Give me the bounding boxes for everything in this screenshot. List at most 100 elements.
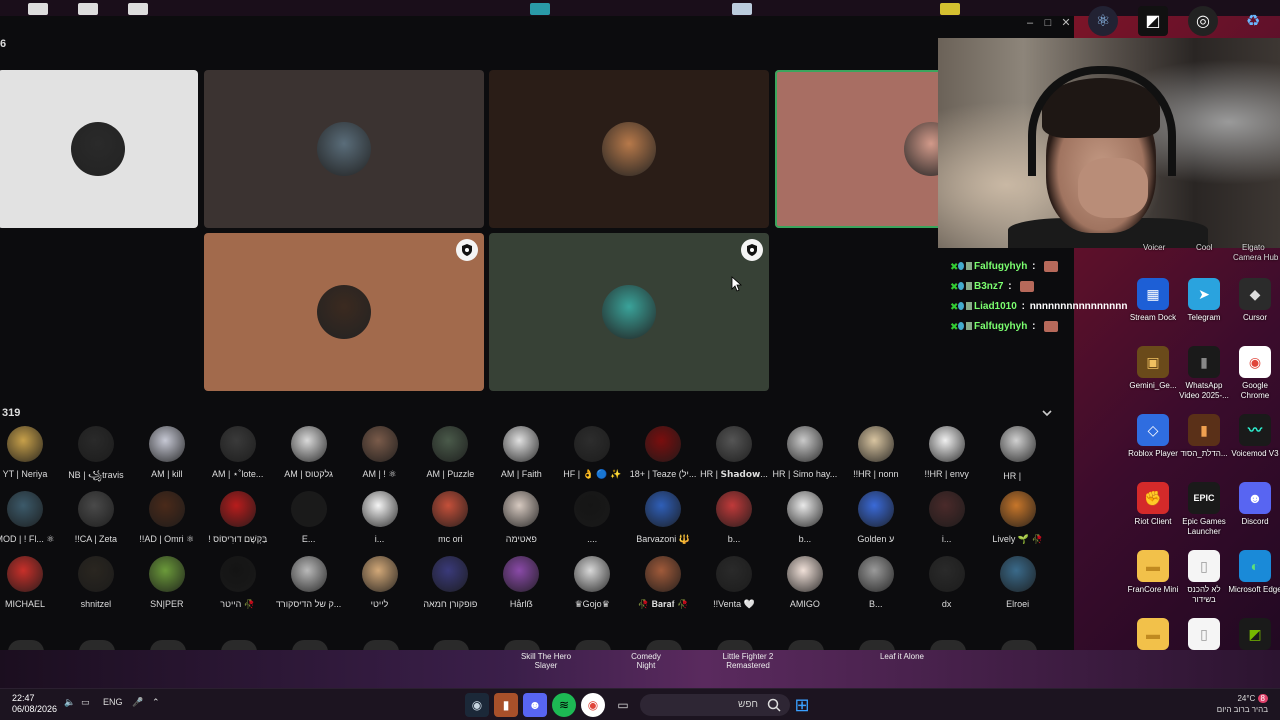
- avatar[interactable]: [362, 640, 399, 650]
- desktop-shortcut[interactable]: ▦ Stream Dock: [1125, 278, 1181, 323]
- audience-member[interactable]: הייטר 🥀: [203, 556, 273, 610]
- roblox-studio-icon[interactable]: ◩: [1138, 6, 1168, 36]
- avatar[interactable]: [433, 640, 470, 650]
- file-icon[interactable]: [78, 3, 98, 15]
- chevron-down-icon[interactable]: [1040, 406, 1054, 420]
- chat-username[interactable]: Falfugyhyh: [974, 321, 1027, 332]
- audience-member[interactable]: AM | ⋆˚lote...: [203, 426, 273, 480]
- audience-member[interactable]: mc ori: [415, 491, 485, 544]
- volume-icon[interactable]: 🔈: [64, 697, 75, 708]
- audience-member[interactable]: YT | Neriya: [0, 426, 60, 479]
- audience-member[interactable]: ! בַּקְשָׁם דוּרִיסוֹס: [203, 491, 273, 544]
- weather-widget[interactable]: 24°C 8 בהיר ברוב היום: [1217, 693, 1268, 715]
- obs-icon[interactable]: ◎: [1188, 6, 1218, 36]
- close-button[interactable]: ✕: [1058, 16, 1074, 30]
- audience-member[interactable]: HR | Simo hay...: [770, 426, 840, 479]
- audience-member[interactable]: E...: [274, 491, 344, 544]
- desktop-shortcut[interactable]: EPIC Epic Games Launcher: [1176, 482, 1232, 537]
- desktop-shortcut[interactable]: ▯ לא להכנס בשידור: [1176, 550, 1232, 605]
- desktop-shortcut[interactable]: ✊ Riot Client: [1125, 482, 1181, 527]
- audience-member[interactable]: !!Venta 🤍: [699, 556, 769, 610]
- audience-member[interactable]: AMIGO: [770, 556, 840, 609]
- stage-tile[interactable]: [204, 70, 484, 228]
- atom-icon[interactable]: ⚛: [1088, 6, 1118, 36]
- desktop-shortcut[interactable]: ▮ הדלת_הסוד...: [1176, 414, 1232, 459]
- audience-member[interactable]: Lively 🌱 🥀: [983, 491, 1053, 545]
- chat-username[interactable]: Liad1010: [974, 301, 1017, 312]
- chat-username[interactable]: B3nz7: [974, 281, 1003, 292]
- steam-icon[interactable]: ◉: [465, 693, 489, 717]
- avatar[interactable]: [149, 640, 186, 650]
- file-explorer-icon[interactable]: ▭: [611, 693, 635, 717]
- audience-member[interactable]: HR | ㅤ: [983, 426, 1053, 482]
- avatar[interactable]: [8, 640, 44, 650]
- avatar[interactable]: [1000, 640, 1037, 650]
- mic-icon[interactable]: 🎤: [132, 697, 143, 708]
- audience-member[interactable]: HR | 𝗦𝗵𝗮𝗱𝗼𝘄...: [699, 426, 769, 480]
- app-icon[interactable]: ▮: [494, 693, 518, 717]
- language-indicator[interactable]: ENG: [103, 697, 123, 707]
- maximize-button[interactable]: □: [1040, 16, 1056, 30]
- avatar[interactable]: [220, 640, 257, 650]
- desktop-shortcut[interactable]: ➤ Telegram: [1176, 278, 1232, 323]
- audience-member[interactable]: AM | גלקטוס: [274, 426, 344, 479]
- avatar[interactable]: [575, 640, 612, 650]
- app-icon[interactable]: [530, 3, 550, 15]
- file-icon[interactable]: [28, 3, 48, 15]
- minimize-button[interactable]: –: [1022, 16, 1038, 30]
- audience-member[interactable]: Golden ע: [841, 491, 911, 544]
- audience-member[interactable]: b...: [770, 491, 840, 544]
- audience-member[interactable]: !!HR | envy: [912, 426, 982, 479]
- app-icon[interactable]: [732, 3, 752, 15]
- audience-member[interactable]: AM | kill: [132, 426, 202, 479]
- avatar[interactable]: [929, 640, 966, 650]
- audience-member[interactable]: Barvazoni 🔱: [628, 491, 698, 545]
- windows-start-icon[interactable]: ⊞: [790, 693, 814, 717]
- stage-tile[interactable]: [489, 70, 769, 228]
- desktop-shortcut[interactable]: ▬ FranCore Mini: [1125, 550, 1181, 595]
- audience-member[interactable]: HF | 👌 🔵 ✨: [557, 426, 627, 480]
- discord-icon[interactable]: ☻: [523, 693, 547, 717]
- desktop-shortcut[interactable]: ◇ Roblox Player: [1125, 414, 1181, 459]
- network-icon[interactable]: ▭: [81, 697, 90, 708]
- chat-username[interactable]: Falfugyhyh: [974, 261, 1027, 272]
- desktop-shortcut[interactable]: ◆ Cursor: [1227, 278, 1280, 323]
- audience-member[interactable]: SN|PER: [132, 556, 202, 609]
- desktop-shortcut[interactable]: ▣ Gemini_Ge...: [1125, 346, 1181, 391]
- audience-member[interactable]: פופקורן חמאה: [415, 556, 485, 609]
- avatar[interactable]: [78, 640, 115, 650]
- audience-member[interactable]: AM | Faith: [486, 426, 556, 479]
- stage-tile[interactable]: [0, 70, 198, 228]
- audience-member[interactable]: AM | Puzzle: [415, 426, 485, 479]
- audience-member[interactable]: B...: [841, 556, 911, 609]
- audience-member[interactable]: dx: [912, 556, 982, 609]
- audience-member[interactable]: !!CA | Zeta: [61, 491, 131, 544]
- audience-member[interactable]: ....: [557, 491, 627, 544]
- audience-member[interactable]: !!AD | Omri ⚛: [132, 491, 202, 545]
- audience-member[interactable]: ק של הדיסקורד...: [274, 556, 344, 609]
- audience-member[interactable]: i...: [345, 491, 415, 544]
- avatar[interactable]: [787, 640, 824, 650]
- audience-member[interactable]: i...: [912, 491, 982, 544]
- audience-member[interactable]: MOD | ! Fl... ⚛: [0, 491, 60, 545]
- audience-member[interactable]: 🥀 𝐁𝐚𝐫𝐚𝐟 🥀: [628, 556, 698, 610]
- audience-member[interactable]: !!HR | nonn: [841, 426, 911, 479]
- audience-member[interactable]: AM | ! ⚛: [345, 426, 415, 480]
- chevron-up-icon[interactable]: ⌃: [152, 697, 160, 708]
- audience-member[interactable]: לייטי: [345, 556, 415, 609]
- audience-member[interactable]: shnitzel: [61, 556, 131, 609]
- desktop-shortcut[interactable]: ☻ Discord: [1227, 482, 1280, 527]
- recycle-bin-icon[interactable]: ♻: [1238, 6, 1268, 36]
- clock[interactable]: 22:47 06/08/2026: [12, 693, 57, 715]
- stage-tile[interactable]: [489, 233, 769, 391]
- avatar[interactable]: [291, 640, 328, 650]
- audience-member[interactable]: b...: [699, 491, 769, 544]
- desktop-shortcut[interactable]: 〰 Voicemod V3: [1227, 414, 1280, 459]
- stage-tile[interactable]: [204, 233, 484, 391]
- app-icon[interactable]: [940, 3, 960, 15]
- audience-member[interactable]: 18+ | Teaze (יל...: [628, 426, 698, 479]
- audience-member[interactable]: Elroei: [983, 556, 1053, 609]
- desktop-shortcut[interactable]: ◐ Microsoft Edge: [1227, 550, 1280, 595]
- avatar[interactable]: [646, 640, 683, 650]
- audience-member[interactable]: MICHAEL: [0, 556, 60, 609]
